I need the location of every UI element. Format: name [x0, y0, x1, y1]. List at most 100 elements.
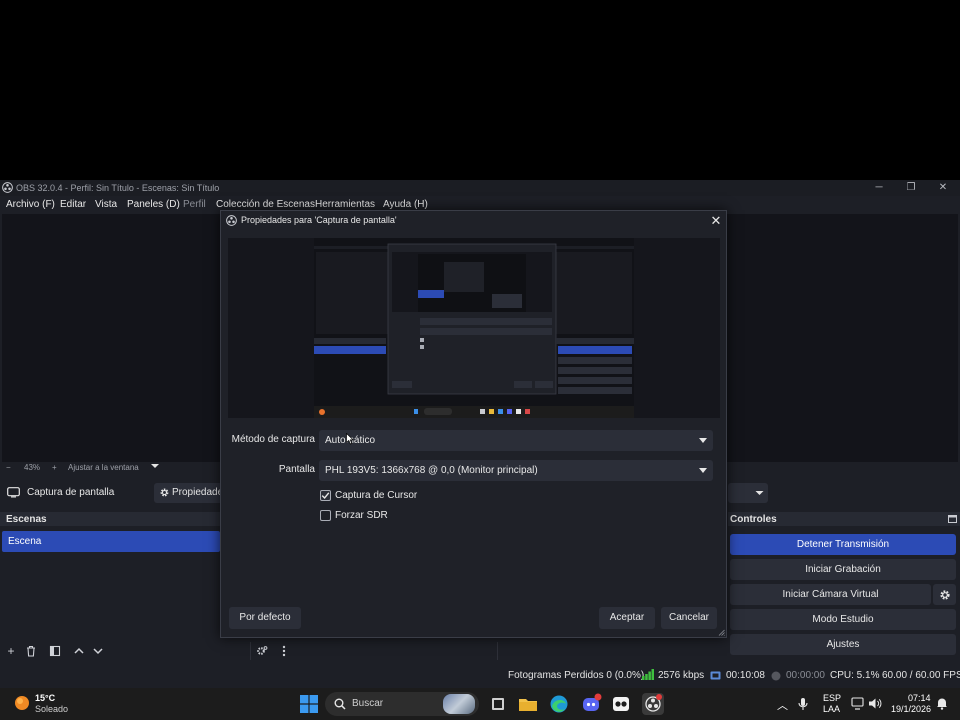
- scene-filters-icon[interactable]: [48, 644, 62, 658]
- start-virtual-camera-button[interactable]: Iniciar Cámara Virtual: [730, 584, 931, 605]
- record-icon: [771, 671, 781, 681]
- weather-desc: Soleado: [35, 704, 69, 714]
- menu-editar[interactable]: Editar: [60, 199, 86, 210]
- studio-mode-button[interactable]: Modo Estudio: [730, 609, 956, 630]
- clock-date[interactable]: 19/1/2026: [891, 704, 931, 714]
- clock-time[interactable]: 07:14: [908, 693, 931, 703]
- display-capture-icon: [7, 487, 20, 498]
- properties-button[interactable]: Propiedade: [154, 483, 224, 503]
- capcut-icon[interactable]: [610, 693, 632, 715]
- move-scene-down-icon[interactable]: [91, 644, 105, 658]
- display-select[interactable]: PHL 193V5: 1366x768 @ 0,0 (Monitor princ…: [319, 460, 713, 481]
- stream-icon: [710, 671, 721, 680]
- remove-scene-icon[interactable]: [24, 644, 38, 658]
- mouse-cursor-icon: [346, 433, 354, 445]
- source-properties-gear-icon[interactable]: [256, 645, 268, 657]
- dropped-frames: Fotogramas Perdidos 0 (0.0%): [508, 670, 645, 681]
- stream-time: 00:10:08: [726, 670, 765, 681]
- search-icon: [334, 698, 346, 710]
- record-time: 00:00:00: [786, 670, 825, 681]
- force-sdr-checkbox[interactable]: [320, 510, 331, 521]
- source-dropdown[interactable]: [728, 483, 768, 503]
- gear-icon: [939, 589, 951, 601]
- obs-taskbar-icon[interactable]: [642, 693, 664, 715]
- menu-vista[interactable]: Vista: [95, 199, 117, 210]
- menu-ayuda[interactable]: Ayuda (H): [383, 199, 428, 210]
- close-icon[interactable]: ✕: [709, 214, 723, 228]
- menu-coleccion-escenas[interactable]: Colección de Escenas: [216, 199, 315, 210]
- scenes-dock: Escenas Escena: [0, 512, 222, 656]
- undock-icon[interactable]: [948, 515, 957, 523]
- more-options-icon[interactable]: [281, 645, 287, 657]
- search-highlight-icon: [443, 694, 475, 714]
- start-recording-button[interactable]: Iniciar Grabación: [730, 559, 956, 580]
- task-view-icon[interactable]: [487, 693, 509, 715]
- add-scene-icon[interactable]: +: [4, 644, 18, 658]
- signal-bars-icon: [642, 669, 654, 680]
- zoom-bar: − 43% + Ajustar a la ventana: [0, 462, 220, 474]
- close-window-icon[interactable]: ✕: [927, 181, 959, 195]
- screen-capture-thumbnail: [314, 238, 634, 418]
- dialog-title: Propiedades para 'Captura de pantalla': [241, 215, 397, 225]
- defaults-button[interactable]: Por defecto: [229, 607, 301, 629]
- volume-icon[interactable]: [868, 697, 882, 710]
- window-title: OBS 32.0.4 - Perfil: Sin Título - Escena…: [16, 183, 220, 193]
- zoom-level: 43%: [24, 463, 41, 472]
- status-bar: Fotogramas Perdidos 0 (0.0%) 2576 kbps 0…: [0, 666, 960, 686]
- weather-icon[interactable]: [12, 693, 32, 713]
- taskbar-search[interactable]: Buscar: [325, 692, 479, 716]
- ok-button[interactable]: Aceptar: [599, 607, 655, 629]
- microphone-icon[interactable]: [798, 697, 808, 711]
- display-value: PHL 193V5: 1366x768 @ 0,0 (Monitor princ…: [325, 465, 538, 476]
- scenes-toolbar: +: [0, 642, 222, 660]
- fit-to-window[interactable]: Ajustar a la ventana: [68, 463, 139, 472]
- capture-preview: [228, 238, 720, 418]
- network-icon[interactable]: [851, 697, 865, 710]
- search-placeholder: Buscar: [352, 698, 384, 709]
- scene-list-item[interactable]: Escena: [2, 531, 220, 552]
- bitrate: 2576 kbps: [658, 670, 705, 681]
- capture-method-label: Método de captura: [231, 434, 315, 445]
- cancel-button[interactable]: Cancelar: [661, 607, 717, 629]
- fps: 60.00 / 60.00 FPS: [882, 670, 960, 681]
- stop-streaming-button[interactable]: Detener Transmisión: [730, 534, 956, 555]
- menu-herramientas[interactable]: Herramientas: [315, 199, 375, 210]
- keyboard-layout[interactable]: LAA: [823, 704, 840, 714]
- notification-icon[interactable]: [936, 697, 948, 710]
- gear-icon: [159, 487, 170, 498]
- cpu-usage: CPU: 5.1%: [830, 670, 880, 681]
- obs-logo-icon: [2, 182, 13, 193]
- file-explorer-icon[interactable]: [517, 693, 539, 715]
- capture-cursor-label: Captura de Cursor: [335, 490, 418, 501]
- minimize-icon[interactable]: ─: [863, 181, 895, 195]
- obs-logo-icon: [226, 215, 237, 226]
- menu-perfil[interactable]: Perfil: [183, 199, 206, 210]
- capture-cursor-checkbox[interactable]: [320, 490, 331, 501]
- menu-archivo[interactable]: Archivo (F): [6, 199, 55, 210]
- virtual-camera-settings-button[interactable]: [933, 584, 956, 605]
- scenes-header: Escenas: [0, 512, 222, 526]
- language-indicator[interactable]: ESP: [823, 693, 841, 703]
- chevron-down-icon: [699, 438, 707, 443]
- move-scene-up-icon[interactable]: [72, 644, 86, 658]
- zoom-dropdown-icon[interactable]: [150, 461, 160, 471]
- menu-paneles[interactable]: Paneles (D): [127, 199, 180, 210]
- sources-toolbar: [250, 642, 498, 660]
- force-sdr-label: Forzar SDR: [335, 510, 388, 521]
- edge-browser-icon[interactable]: [548, 693, 570, 715]
- scenes-header-label: Escenas: [6, 514, 47, 525]
- show-hidden-icons[interactable]: ︿: [777, 697, 788, 713]
- capture-method-select[interactable]: Automático: [319, 430, 713, 451]
- settings-button[interactable]: Ajustes: [730, 634, 956, 655]
- zoom-out-icon[interactable]: −: [6, 463, 11, 472]
- resize-grip-icon[interactable]: [718, 629, 725, 636]
- windows-start-icon[interactable]: [300, 695, 318, 713]
- dialog-title-bar: Propiedades para 'Captura de pantalla' ✕: [221, 211, 726, 231]
- weather-temp: 15°C: [35, 693, 56, 703]
- controls-dock: Controles Detener Transmisión Iniciar Gr…: [728, 512, 960, 660]
- selected-source-name: Captura de pantalla: [27, 487, 115, 498]
- discord-icon[interactable]: [580, 693, 602, 715]
- zoom-in-icon[interactable]: +: [52, 463, 57, 472]
- properties-button-label: Propiedade: [172, 487, 224, 498]
- maximize-icon[interactable]: ❐: [895, 181, 927, 195]
